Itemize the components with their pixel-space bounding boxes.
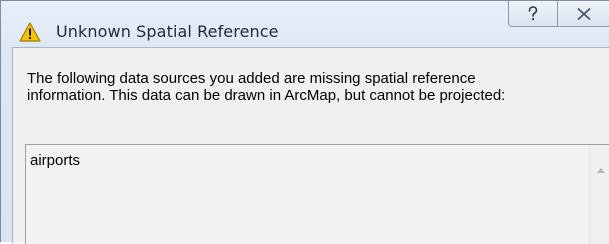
warning-icon: [19, 22, 41, 42]
list-item[interactable]: airports: [30, 152, 80, 169]
message-line-1: The following data sources you added are…: [27, 70, 476, 87]
title-bar[interactable]: Unknown Spatial Reference: [1, 1, 609, 43]
message-text: The following data sources you added are…: [27, 70, 607, 104]
data-sources-list[interactable]: airports: [25, 144, 609, 244]
close-button[interactable]: [557, 1, 609, 27]
message-line-2: information. This data can be drawn in A…: [27, 87, 506, 104]
vertical-scrollbar[interactable]: [589, 145, 609, 244]
scroll-up-arrow-icon[interactable]: [597, 160, 605, 178]
dialog-window: Unknown Spatial Reference The following …: [0, 0, 609, 244]
help-button[interactable]: [508, 1, 558, 27]
dialog-content: The following data sources you added are…: [12, 47, 609, 244]
dialog-title: Unknown Spatial Reference: [56, 22, 279, 41]
